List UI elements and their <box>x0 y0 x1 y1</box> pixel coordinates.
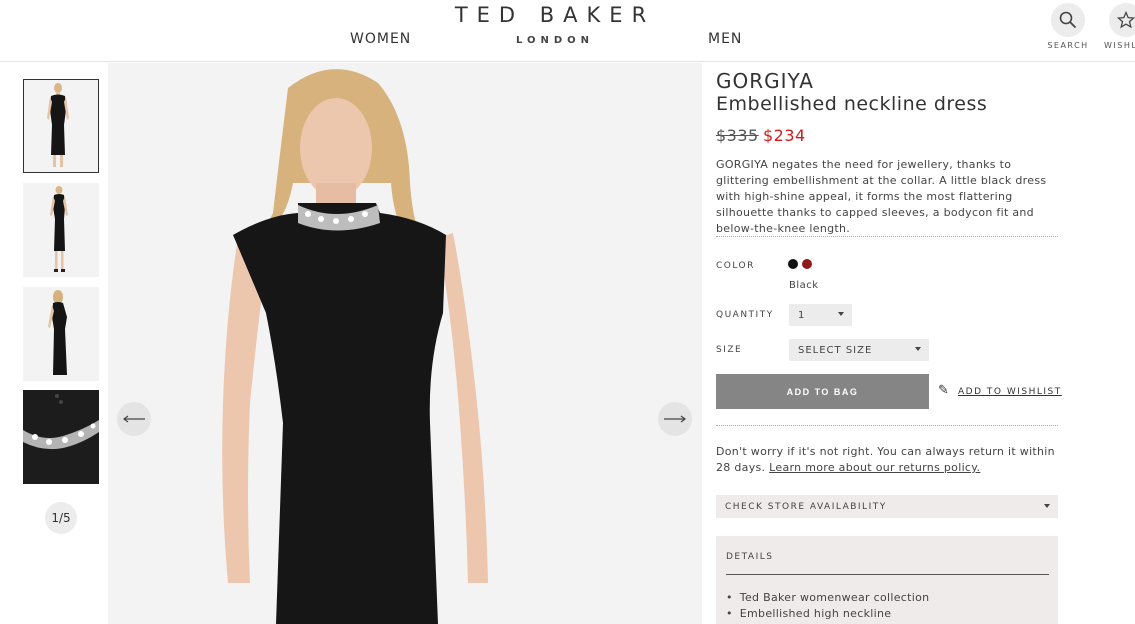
size-value: SELECT SIZE <box>798 344 873 356</box>
arrow-left-icon <box>123 415 145 423</box>
gallery-pager: 1/5 <box>45 502 77 534</box>
wishlist-button[interactable]: WISHLIST <box>1104 3 1135 50</box>
details-section: DETAILS Ted Baker womenwear collection E… <box>716 536 1058 624</box>
size-label: SIZE <box>716 345 743 355</box>
quantity-label: QUANTITY <box>716 310 774 320</box>
returns-policy-link[interactable]: Learn more about our returns policy. <box>769 461 980 474</box>
add-to-bag-button[interactable]: ADD TO BAG <box>716 374 929 409</box>
thumbnail-full-image <box>50 186 68 272</box>
previous-image-button[interactable] <box>117 402 151 436</box>
chevron-down-icon <box>915 347 921 351</box>
selected-color-name: Black <box>789 280 819 291</box>
chevron-down-icon <box>838 312 844 316</box>
returns-info: Don't worry if it's not right. You can a… <box>716 444 1061 476</box>
details-title: DETAILS <box>726 552 774 562</box>
size-select[interactable]: SELECT SIZE <box>789 339 929 361</box>
divider <box>716 425 1058 426</box>
list-item: Ted Baker womenwear collection <box>726 590 929 606</box>
product-subtitle: Embellished neckline dress <box>716 93 988 115</box>
color-swatch-black[interactable] <box>788 259 798 269</box>
product-description: GORGIYA negates the need for jewellery, … <box>716 158 1047 235</box>
thumbnail-neckline-image <box>23 390 99 484</box>
next-image-button[interactable] <box>658 402 692 436</box>
quantity-value: 1 <box>798 309 806 321</box>
color-swatch-red[interactable] <box>802 259 812 269</box>
search-button[interactable]: SEARCH <box>1046 3 1090 50</box>
store-availability-label: CHECK STORE AVAILABILITY <box>725 501 887 512</box>
quantity-select[interactable]: 1 <box>789 304 852 326</box>
list-item: Embellished high neckline <box>726 606 929 622</box>
site-header: TED BAKER LONDON WOMEN MEN SEARCH WISHLI… <box>0 0 1135 62</box>
brand-logo[interactable]: TED BAKER <box>440 3 670 27</box>
search-label: SEARCH <box>1047 41 1089 50</box>
product-name: GORGIYA <box>716 69 814 93</box>
product-details: GORGIYA Embellished neckline dress $335 … <box>702 63 1135 624</box>
thumbnail-back-image <box>48 290 67 375</box>
search-icon <box>1059 11 1077 29</box>
star-icon <box>1117 11 1135 29</box>
color-label: COLOR <box>716 261 755 271</box>
thumbnail-strip: 1/5 <box>0 63 108 624</box>
model-image <box>222 69 488 624</box>
details-list: Ted Baker womenwear collection Embellish… <box>726 590 929 622</box>
nav-women[interactable]: WOMEN <box>350 31 411 47</box>
divider <box>716 236 1058 237</box>
wishlist-tag-icon: ✎ <box>938 383 949 398</box>
check-store-availability[interactable]: CHECK STORE AVAILABILITY <box>716 495 1058 518</box>
nav-men[interactable]: MEN <box>708 31 742 47</box>
sale-price: $234 <box>763 126 806 145</box>
original-price: $335 <box>716 126 759 145</box>
thumbnail-1[interactable] <box>23 79 99 173</box>
chevron-down-icon <box>1044 504 1050 508</box>
add-to-wishlist-link[interactable]: ADD TO WISHLIST <box>958 387 1062 397</box>
wishlist-label: WISHLIST <box>1104 41 1135 50</box>
divider <box>726 574 1049 575</box>
thumbnail-2[interactable] <box>23 183 99 277</box>
brand-logo-sub: LONDON <box>515 35 595 46</box>
thumbnail-3[interactable] <box>23 287 99 381</box>
thumbnail-front-image <box>47 83 69 167</box>
thumbnail-4[interactable] <box>23 390 99 484</box>
main-product-image <box>108 63 702 624</box>
arrow-right-icon <box>664 415 686 423</box>
